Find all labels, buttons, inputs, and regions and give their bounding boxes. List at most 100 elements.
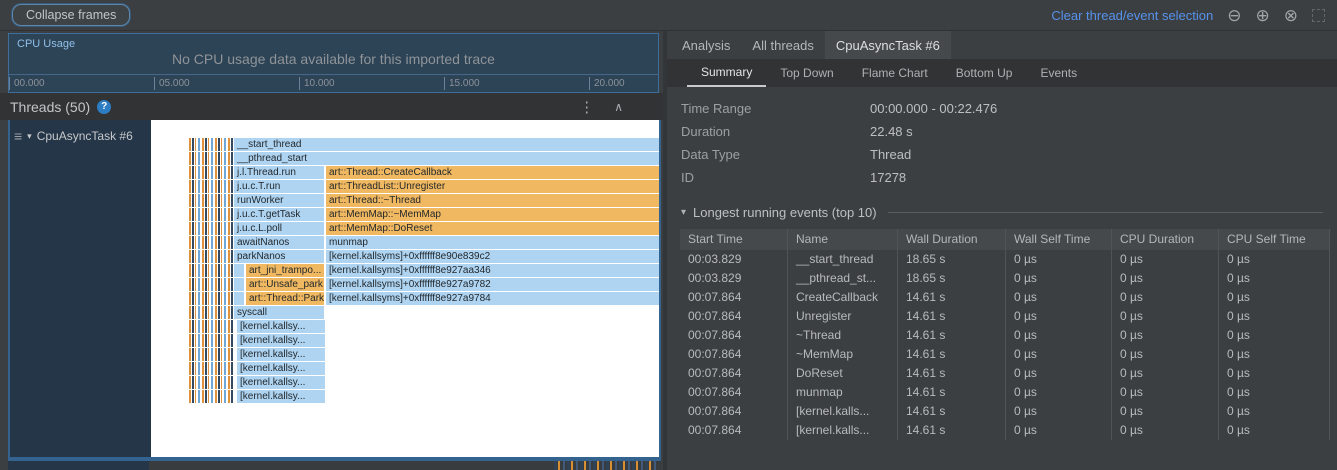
flame-minor-samples[interactable]	[189, 264, 233, 277]
section-collapse-triangle-icon[interactable]: ▾	[681, 207, 686, 218]
collapse-frames-button[interactable]: Collapse frames	[12, 4, 130, 26]
flame-bar[interactable]: art::Thread::CreateCallback	[326, 166, 659, 179]
cpu-usage-panel[interactable]: CPU Usage No CPU usage data available fo…	[8, 33, 659, 93]
subtab-summary[interactable]: Summary	[687, 59, 766, 87]
reset-zoom-icon[interactable]: ⊗	[1284, 7, 1298, 24]
flame-minor-samples[interactable]	[189, 320, 233, 333]
table-row[interactable]: 00:07.864Unregister14.61 s0 µs0 µs0 µs	[680, 307, 1330, 326]
flame-bar[interactable]: [kernel.kallsyms]+0xffffff8e927a9782	[326, 278, 659, 291]
table-cell: 0 µs	[1112, 345, 1219, 364]
table-row[interactable]: 00:07.864CreateCallback14.61 s0 µs0 µs0 …	[680, 288, 1330, 307]
column-header-wall-self-time[interactable]: Wall Self Time	[1006, 229, 1112, 250]
table-row[interactable]: 00:07.864[kernel.kalls...14.61 s0 µs0 µs…	[680, 421, 1330, 440]
flame-bar[interactable]	[234, 264, 244, 277]
zoom-in-icon[interactable]: ⊕	[1256, 7, 1270, 24]
table-cell: 0 µs	[1219, 383, 1330, 402]
tab-all-threads[interactable]: All threads	[741, 31, 824, 59]
flame-minor-samples[interactable]	[189, 334, 233, 347]
flame-bar[interactable]: __pthread_start	[234, 152, 659, 165]
flame-bar[interactable]: runWorker	[234, 194, 324, 207]
flame-bar[interactable]: [kernel.kallsy...	[237, 390, 325, 403]
column-header-start-time[interactable]: Start Time	[680, 229, 788, 250]
subtab-events[interactable]: Events	[1026, 59, 1091, 87]
flame-bar[interactable]: art_jni_trampo...	[246, 264, 324, 277]
table-row[interactable]: 00:07.864DoReset14.61 s0 µs0 µs0 µs	[680, 364, 1330, 383]
flame-minor-samples[interactable]	[189, 236, 233, 249]
subtab-flame-chart[interactable]: Flame Chart	[848, 59, 942, 87]
drag-handle-icon[interactable]: ≡	[14, 128, 22, 144]
flame-bar[interactable]: [kernel.kallsy...	[237, 348, 325, 361]
flame-bar[interactable]: [kernel.kallsyms]+0xffffff8e927a9784	[326, 292, 659, 305]
flame-minor-samples[interactable]	[189, 376, 233, 389]
table-cell: 0 µs	[1006, 288, 1112, 307]
flame-minor-samples[interactable]	[189, 278, 233, 291]
flame-bar[interactable]: art::MemMap::~MemMap	[326, 208, 659, 221]
table-row[interactable]: 00:03.829__pthread_st...18.65 s0 µs0 µs0…	[680, 269, 1330, 288]
flame-bar[interactable]: j.u.c.L.poll	[234, 222, 324, 235]
table-cell: 14.61 s	[898, 288, 1006, 307]
flame-minor-samples[interactable]	[189, 292, 233, 305]
expand-triangle-icon[interactable]: ▾	[27, 131, 32, 142]
thread-row-cpuasynctask[interactable]: ≡ ▾ CpuAsyncTask #6	[10, 120, 151, 152]
flame-bar[interactable]: j.u.c.T.run	[234, 180, 324, 193]
column-header-wall-duration[interactable]: Wall Duration	[898, 229, 1006, 250]
table-row[interactable]: 00:07.864~Thread14.61 s0 µs0 µs0 µs	[680, 326, 1330, 345]
flame-minor-samples[interactable]	[189, 166, 233, 179]
flame-bar[interactable]: syscall	[234, 306, 324, 319]
flame-bar[interactable]: parkNanos	[234, 250, 324, 263]
collapse-section-icon[interactable]: ∧	[614, 100, 623, 114]
flame-bar[interactable]: munmap	[326, 236, 659, 249]
column-header-cpu-self-time[interactable]: CPU Self Time	[1219, 229, 1330, 250]
column-header-cpu-duration[interactable]: CPU Duration	[1112, 229, 1219, 250]
flame-minor-samples[interactable]	[189, 250, 233, 263]
flame-bar[interactable]: awaitNanos	[234, 236, 324, 249]
flame-chart[interactable]: __start_thread__pthread_startj.l.Thread.…	[151, 120, 659, 457]
flame-bar[interactable]: j.u.c.T.getTask	[234, 208, 324, 221]
flame-bar[interactable]: art::ThreadList::Unregister	[326, 180, 659, 193]
flame-bar[interactable]: [kernel.kallsy...	[237, 362, 325, 375]
flame-bar[interactable]: __start_thread	[234, 138, 659, 151]
flame-minor-samples[interactable]	[189, 138, 233, 151]
help-icon[interactable]: ?	[97, 100, 111, 114]
flame-minor-samples[interactable]	[189, 194, 233, 207]
flame-minor-samples[interactable]	[189, 222, 233, 235]
column-header-name[interactable]: Name	[788, 229, 898, 250]
tab-cpuasynctask-6[interactable]: CpuAsyncTask #6	[825, 31, 951, 59]
flame-bar[interactable]: [kernel.kallsy...	[237, 376, 325, 389]
toolbar-right-group: Clear thread/event selection ⊖ ⊕ ⊗	[1051, 7, 1325, 24]
flame-bar[interactable]: [kernel.kallsyms]+0xffffff8e90e839c2	[326, 250, 659, 263]
flame-bar[interactable]: j.l.Thread.run	[234, 166, 324, 179]
flame-bar[interactable]: art::Thread::Park	[246, 292, 324, 305]
flame-bar[interactable]	[234, 278, 244, 291]
flame-minor-samples[interactable]	[189, 390, 233, 403]
subtab-top-down[interactable]: Top Down	[766, 59, 847, 87]
flame-minor-samples[interactable]	[189, 306, 233, 319]
flame-bar[interactable]: art::Thread::~Thread	[326, 194, 659, 207]
table-cell: 14.61 s	[898, 307, 1006, 326]
table-cell: 0 µs	[1112, 421, 1219, 440]
flame-minor-samples[interactable]	[189, 152, 233, 165]
flame-minor-samples[interactable]	[189, 348, 233, 361]
flame-minor-samples[interactable]	[189, 362, 233, 375]
table-cell: 14.61 s	[898, 383, 1006, 402]
table-row[interactable]: 00:07.864~MemMap14.61 s0 µs0 µs0 µs	[680, 345, 1330, 364]
table-row[interactable]: 00:03.829__start_thread18.65 s0 µs0 µs0 …	[680, 250, 1330, 269]
tab-analysis[interactable]: Analysis	[671, 31, 741, 59]
events-section-header[interactable]: ▾ Longest running events (top 10)	[681, 205, 1323, 220]
zoom-out-icon[interactable]: ⊖	[1227, 7, 1241, 24]
flame-minor-samples[interactable]	[189, 180, 233, 193]
flame-bar[interactable]: [kernel.kallsy...	[237, 334, 325, 347]
table-cell: 00:07.864	[680, 402, 788, 421]
flame-bar[interactable]: art::MemMap::DoReset	[326, 222, 659, 235]
flame-bar[interactable]	[234, 292, 244, 305]
subtab-bottom-up[interactable]: Bottom Up	[942, 59, 1027, 87]
next-thread-track[interactable]	[8, 459, 661, 470]
flame-bar[interactable]: art::Unsafe_park	[246, 278, 324, 291]
table-row[interactable]: 00:07.864[kernel.kalls...14.61 s0 µs0 µs…	[680, 402, 1330, 421]
flame-bar[interactable]: [kernel.kallsy...	[237, 320, 325, 333]
clear-selection-link[interactable]: Clear thread/event selection	[1051, 8, 1213, 23]
kebab-menu-icon[interactable]: ⋮	[579, 98, 594, 116]
flame-bar[interactable]: [kernel.kallsyms]+0xffffff8e927aa346	[326, 264, 659, 277]
table-row[interactable]: 00:07.864munmap14.61 s0 µs0 µs0 µs	[680, 383, 1330, 402]
flame-minor-samples[interactable]	[189, 208, 233, 221]
